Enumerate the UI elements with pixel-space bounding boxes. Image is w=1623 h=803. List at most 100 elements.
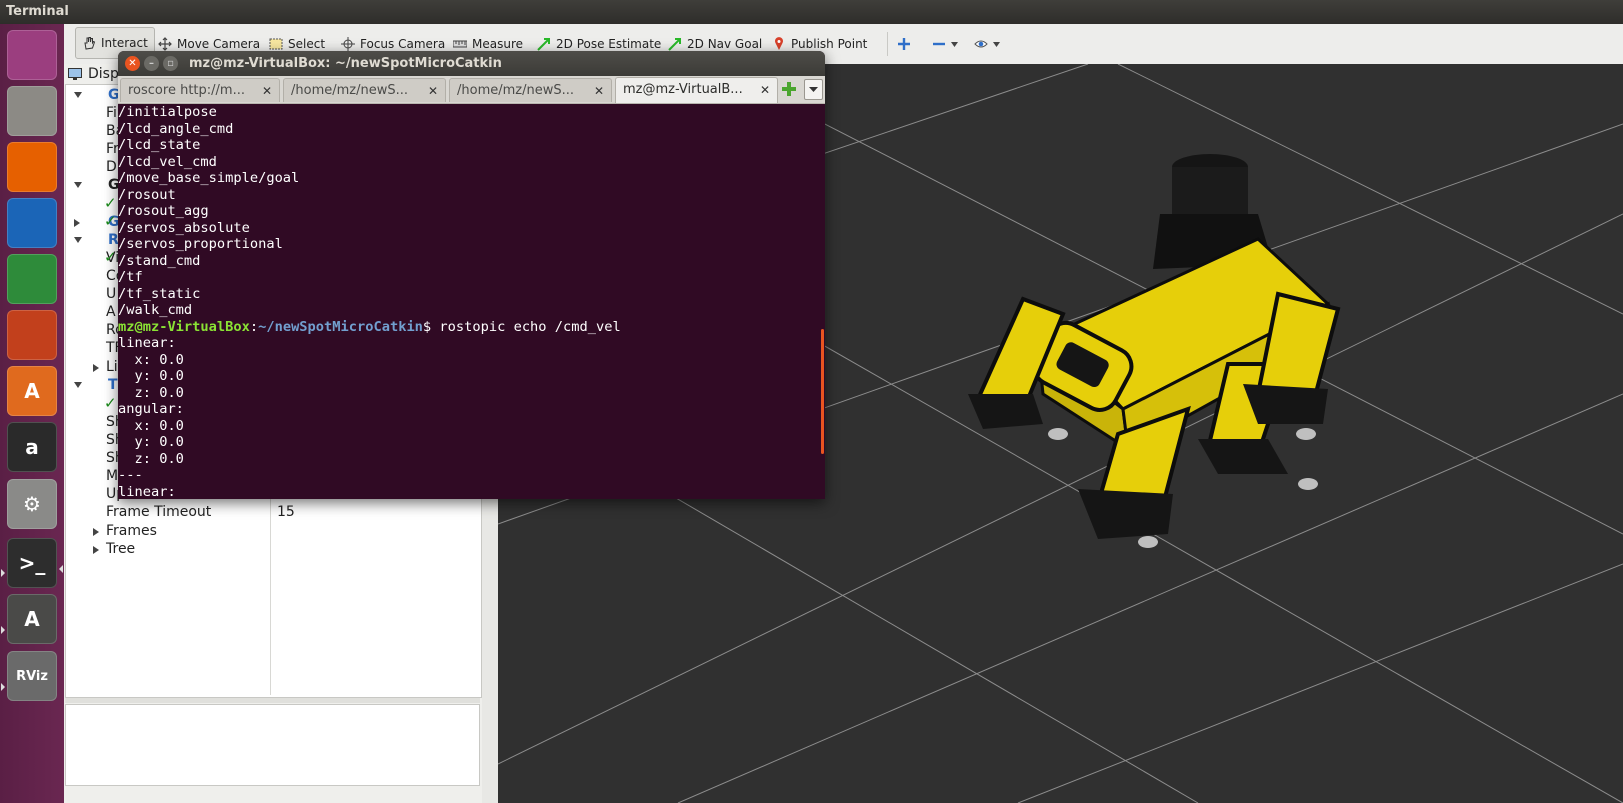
terminal-title: mz@mz-VirtualBox: ~/newSpotMicroCatkin xyxy=(189,56,502,71)
tree-row-label[interactable]: T xyxy=(108,376,118,394)
expand-arrow-icon[interactable] xyxy=(74,237,82,243)
terminal-output[interactable]: /initialpose/lcd_angle_cmd/lcd_state/lcd… xyxy=(118,104,825,499)
active-app-title: Terminal xyxy=(6,4,69,19)
terminal-output-line: linear: xyxy=(118,335,176,351)
enabled-checkmark-icon[interactable]: ✓ xyxy=(104,248,117,266)
prompt-path: ~/newSpotMicroCatkin xyxy=(258,318,423,335)
move-camera-icon xyxy=(158,37,172,51)
close-tab-icon[interactable]: ✕ xyxy=(262,79,272,102)
tree-row-label[interactable]: D xyxy=(106,158,117,176)
terminal-line: /initialpose xyxy=(118,104,217,120)
expand-arrow-icon[interactable] xyxy=(74,182,82,188)
tree-row-label[interactable]: Li xyxy=(106,358,118,376)
running-indicator xyxy=(1,569,5,577)
terminal-output-line: z: 0.0 xyxy=(118,384,184,401)
collapse-arrow-icon[interactable] xyxy=(93,528,99,536)
enabled-checkmark-icon[interactable]: ✓ xyxy=(104,394,117,412)
eye-icon xyxy=(974,40,988,48)
maximize-button[interactable]: ▫ xyxy=(163,56,178,71)
enabled-checkmark-icon[interactable]: ✓ xyxy=(104,212,117,230)
select-icon xyxy=(269,38,283,50)
terminal-output-line: x: 0.0 xyxy=(118,351,184,368)
new-tab-button[interactable] xyxy=(780,80,798,98)
terminal-output-line: y: 0.0 xyxy=(118,368,184,384)
files-icon[interactable] xyxy=(7,86,57,136)
terminal-tab-active[interactable]: mz@mz-VirtualB... ✕ xyxy=(615,77,778,103)
software-center-icon[interactable]: A xyxy=(7,366,57,416)
focus-camera-icon xyxy=(341,37,355,51)
chevron-down-icon xyxy=(809,87,818,92)
close-tab-icon[interactable]: ✕ xyxy=(594,79,604,102)
tab-list-button[interactable] xyxy=(804,79,823,100)
minimize-icon: – xyxy=(149,57,154,69)
close-icon: ✕ xyxy=(128,57,137,69)
expand-arrow-icon[interactable] xyxy=(74,92,82,98)
terminal-line: /walk_cmd xyxy=(118,302,193,318)
running-indicator xyxy=(1,683,5,691)
collapse-arrow-icon[interactable] xyxy=(74,219,80,227)
terminal-output-line: y: 0.0 xyxy=(118,434,184,450)
plus-icon xyxy=(782,82,796,96)
unity-launcher: Aa ⚙ >_ A RViz xyxy=(0,24,65,803)
terminal-output-line: linear: xyxy=(118,483,176,500)
terminal-scrollbar[interactable] xyxy=(821,329,824,454)
close-button[interactable]: ✕ xyxy=(125,56,140,71)
tree-row-label[interactable]: U xyxy=(106,285,116,303)
green-arrow-icon xyxy=(537,38,550,51)
colon: : xyxy=(249,318,259,335)
terminal-tab[interactable]: /home/mz/newS... ✕ xyxy=(449,78,612,102)
terminal-line: /rosout_agg xyxy=(118,203,209,219)
maximize-icon: ▫ xyxy=(167,57,174,69)
add-tool-button[interactable] xyxy=(897,33,911,55)
terminal-line: /tf_static xyxy=(118,285,201,302)
plus-icon xyxy=(898,38,910,50)
system-settings-icon[interactable]: ⚙ xyxy=(7,479,57,529)
displays-panel-header: Disp xyxy=(68,66,119,82)
terminal-output-line: x: 0.0 xyxy=(118,417,184,434)
terminal-line: /tf xyxy=(118,269,143,285)
focused-indicator xyxy=(59,565,63,573)
tree-row-label[interactable]: A xyxy=(106,303,116,321)
tree-row-label[interactable]: Fi xyxy=(106,104,117,122)
terminal-line: /lcd_vel_cmd xyxy=(118,153,217,170)
libreoffice-writer-icon[interactable] xyxy=(7,198,57,248)
green-arrow-icon xyxy=(668,38,681,51)
tree-row-value[interactable]: 15 xyxy=(277,503,295,521)
terminal-tab[interactable]: /home/mz/newS... ✕ xyxy=(283,78,446,102)
monitor-icon xyxy=(68,68,82,80)
amazon-icon[interactable]: a xyxy=(7,422,57,472)
tree-row-label[interactable]: Tree xyxy=(106,540,135,558)
ruler-icon xyxy=(453,40,467,48)
tab-label: /home/mz/newS... xyxy=(291,83,408,98)
ubuntu-dash-icon[interactable] xyxy=(7,30,57,80)
map-pin-icon xyxy=(775,37,783,50)
terminal-output-line: angular: xyxy=(118,401,184,417)
tab-label: /home/mz/newS... xyxy=(457,83,574,98)
property-column-divider xyxy=(270,489,271,695)
terminal-titlebar[interactable]: ✕ – ▫ mz@mz-VirtualBox: ~/newSpotMicroCa… xyxy=(118,51,825,76)
view-tool-button[interactable] xyxy=(974,33,1000,55)
close-tab-icon[interactable]: ✕ xyxy=(428,79,438,102)
collapse-arrow-icon[interactable] xyxy=(93,364,99,372)
software-updater-icon[interactable]: A xyxy=(7,594,57,644)
expand-arrow-icon[interactable] xyxy=(74,382,82,388)
tree-row-label[interactable]: Frame Timeout xyxy=(106,503,211,521)
tree-row-label[interactable]: Fr xyxy=(106,140,119,158)
terminal-icon[interactable]: >_ xyxy=(7,538,57,588)
enabled-checkmark-icon[interactable]: ✓ xyxy=(104,194,117,212)
prompt-user: mz@mz-VirtualBox xyxy=(118,318,250,335)
terminal-tab[interactable]: roscore http://m... ✕ xyxy=(120,78,280,102)
displays-panel-title: Disp xyxy=(88,66,119,82)
remove-tool-button[interactable] xyxy=(932,33,958,55)
close-tab-icon[interactable]: ✕ xyxy=(760,78,770,102)
tree-row-label[interactable]: Frames xyxy=(106,522,157,540)
panel-splitter[interactable] xyxy=(65,698,480,703)
rviz-icon[interactable]: RViz xyxy=(7,651,57,701)
terminal-window[interactable]: ✕ – ▫ mz@mz-VirtualBox: ~/newSpotMicroCa… xyxy=(118,51,825,499)
libreoffice-impress-icon[interactable] xyxy=(7,310,57,360)
collapse-arrow-icon[interactable] xyxy=(93,546,99,554)
libreoffice-calc-icon[interactable] xyxy=(7,254,57,304)
running-indicator xyxy=(1,626,5,634)
firefox-icon[interactable] xyxy=(7,142,57,192)
minimize-button[interactable]: – xyxy=(144,56,159,71)
